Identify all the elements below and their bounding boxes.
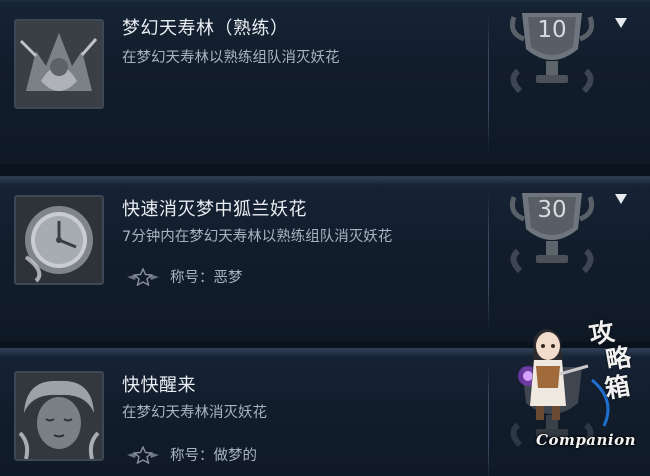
achievement-points: 30 [537, 197, 567, 223]
achievement-points: 10 [537, 17, 567, 43]
watermark-char: 略 [603, 342, 634, 376]
title-reward: 称号：做梦的 [126, 444, 257, 465]
rank-star-icon [127, 267, 159, 286]
trophy-icon: 30 [504, 189, 600, 281]
divider [488, 13, 489, 153]
watermark: 攻 略 箱 Companion [496, 310, 646, 470]
title-reward-label: 称号：做梦的 [170, 448, 257, 464]
achievement-title: 梦幻天寿林（熟练） [122, 18, 289, 39]
trophy-icon: 10 [504, 9, 600, 101]
achievement-list: 梦幻天寿林（熟练） 在梦幻天寿林以熟练组队消灭妖花 10 快速消灭梦中狐兰妖花 … [0, 0, 650, 476]
sleeping-face-portrait-icon [14, 371, 104, 461]
title-reward-label: 称号：恶梦 [170, 270, 243, 286]
achievement-card[interactable]: 梦幻天寿林（熟练） 在梦幻天寿林以熟练组队消灭妖花 10 [0, 0, 650, 164]
achievement-title: 快快醒来 [122, 375, 196, 396]
clock-icon [14, 195, 104, 285]
achievement-description: 在梦幻天寿林以熟练组队消灭妖花 [122, 50, 340, 66]
expand-arrow-icon[interactable] [614, 193, 628, 205]
achievement-description: 在梦幻天寿林消灭妖花 [122, 405, 267, 421]
watermark-char: 箱 [602, 370, 633, 404]
expand-arrow-icon[interactable] [614, 17, 628, 29]
watermark-label: Companion [536, 431, 637, 449]
rank-star-icon [127, 445, 159, 464]
divider [488, 191, 489, 331]
achievement-title: 快速消灭梦中狐兰妖花 [122, 199, 307, 220]
title-reward: 称号：恶梦 [126, 266, 243, 287]
divider [488, 363, 489, 476]
achievement-description: 7分钟内在梦幻天寿林以熟练组队消灭妖花 [122, 229, 393, 245]
armored-warrior-portrait-icon [14, 19, 104, 109]
divider [0, 164, 650, 176]
